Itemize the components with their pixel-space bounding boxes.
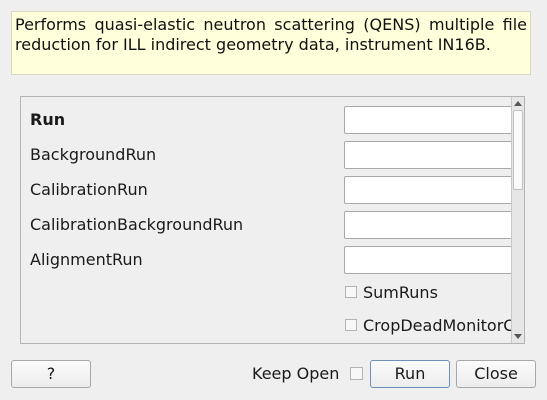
cropdeadmonitor-checkbox[interactable] xyxy=(345,319,357,331)
property-label-alignmentrun: AlignmentRun xyxy=(30,250,143,269)
keep-open-checkbox[interactable] xyxy=(350,367,363,380)
scrollbar-thumb[interactable] xyxy=(513,110,523,190)
sumruns-option[interactable]: SumRuns xyxy=(344,283,514,303)
sumruns-label: SumRuns xyxy=(363,283,438,302)
property-row-backgroundrun: BackgroundRun xyxy=(21,141,516,169)
properties-panel: Run BackgroundRun CalibrationRun Calibra… xyxy=(20,96,525,344)
run-button[interactable]: Run xyxy=(370,360,450,388)
property-label-run: Run xyxy=(30,110,66,129)
property-label-calibrationrun: CalibrationRun xyxy=(30,180,148,199)
calibrationrun-input[interactable] xyxy=(344,176,516,204)
property-label-backgroundrun: BackgroundRun xyxy=(30,145,157,164)
close-button[interactable]: Close xyxy=(456,360,536,388)
help-button[interactable]: ? xyxy=(11,360,91,388)
sumruns-checkbox[interactable] xyxy=(345,286,357,298)
backgroundrun-input[interactable] xyxy=(344,141,516,169)
keep-open-label: Keep Open xyxy=(252,364,340,383)
alignmentrun-input[interactable] xyxy=(344,246,516,274)
algorithm-description: Performs quasi-elastic neutron scatterin… xyxy=(11,11,531,75)
cropdeadmonitor-label: CropDeadMonitorChannels xyxy=(363,316,525,335)
property-label-calibrationbackgroundrun: CalibrationBackgroundRun xyxy=(30,215,244,234)
property-row-calibrationbackgroundrun: CalibrationBackgroundRun xyxy=(21,211,516,239)
scroll-up-arrow-icon[interactable] xyxy=(514,101,522,106)
property-row-calibrationrun: CalibrationRun xyxy=(21,176,516,204)
scroll-down-arrow-icon[interactable] xyxy=(514,334,522,339)
calibrationbackgroundrun-input[interactable] xyxy=(344,211,516,239)
cropdeadmonitor-option[interactable]: CropDeadMonitorChannels xyxy=(344,316,524,336)
property-row-run: Run xyxy=(21,106,516,134)
property-row-alignmentrun: AlignmentRun xyxy=(21,246,516,274)
properties-scrollbar[interactable] xyxy=(511,97,524,343)
run-input[interactable] xyxy=(344,106,516,134)
